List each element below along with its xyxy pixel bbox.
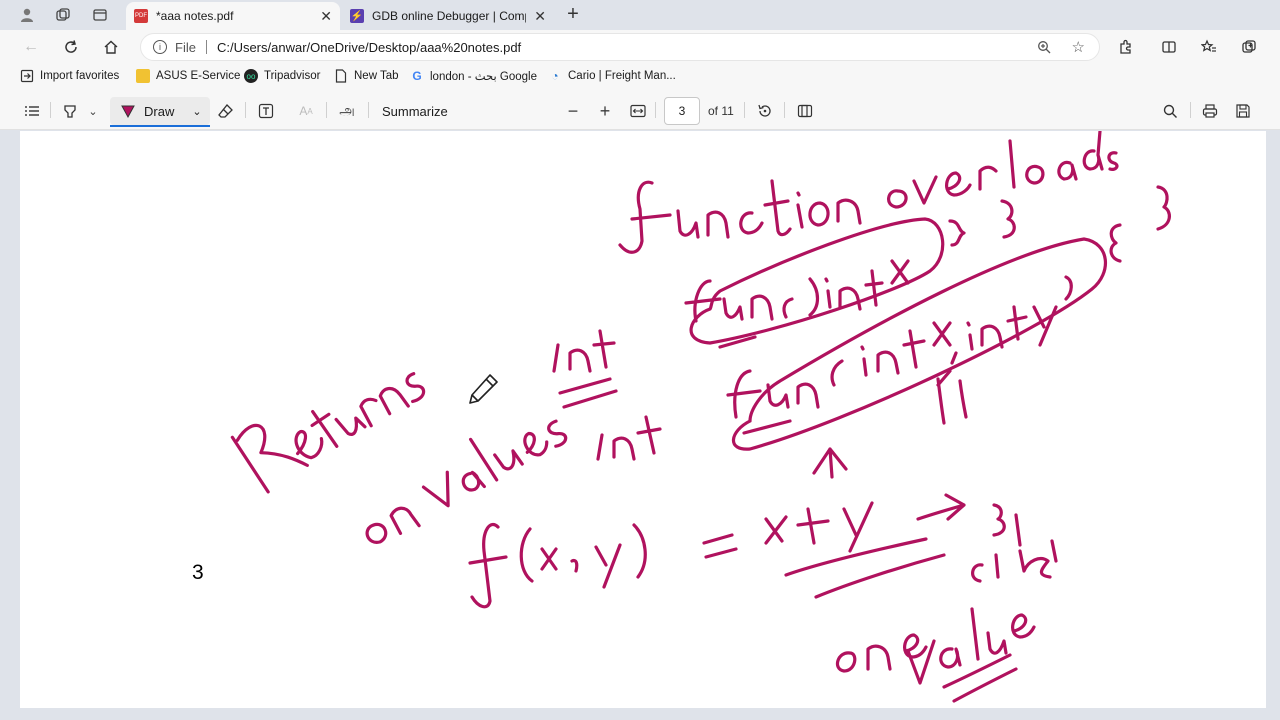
page-icon	[334, 69, 348, 83]
profile-icon[interactable]	[16, 5, 38, 25]
pdf-viewer[interactable]: 3	[0, 131, 1280, 720]
draw-button[interactable]: Draw ⌄	[110, 97, 210, 127]
ink-one-value	[835, 607, 1036, 703]
chevron-down-icon[interactable]: ⌄	[86, 100, 100, 122]
eraser-icon[interactable]	[216, 100, 236, 122]
refresh-icon[interactable]	[60, 36, 82, 58]
import-icon	[20, 69, 34, 83]
home-icon[interactable]	[100, 36, 122, 58]
workspaces-icon[interactable]	[52, 5, 74, 25]
file-label: File	[175, 39, 196, 55]
tab-strip: PDF *aaa notes.pdf ✕ ⚡ GDB online Debugg…	[0, 0, 1280, 30]
favorite-label: Cario | Freight Man...	[568, 70, 676, 82]
pencil-cursor-icon	[469, 374, 498, 404]
zoom-in-icon[interactable]: +	[596, 100, 614, 122]
print-icon[interactable]	[1200, 100, 1220, 122]
extensions-icon[interactable]	[1115, 36, 1137, 58]
back-icon[interactable]: ←	[20, 36, 42, 58]
favorite-label: Tripadvisor	[264, 70, 321, 82]
rotate-icon[interactable]	[755, 100, 775, 122]
favorites-icon[interactable]	[1198, 36, 1220, 58]
address-bar[interactable]: i File C:/Users/anwar/OneDrive/Desktop/a…	[140, 33, 1100, 61]
zoom-icon[interactable]	[1037, 40, 1051, 57]
favorite-label: Import favorites	[40, 70, 120, 82]
favorite-new-tab[interactable]: New Tab	[334, 69, 399, 83]
ink-function-overloads	[618, 131, 1119, 254]
gdb-bolt-icon: ⚡	[350, 9, 364, 23]
chevron-down-icon[interactable]: ⌄	[192, 105, 201, 118]
favorite-label: london - بحث Google	[430, 71, 537, 83]
read-aloud-icon[interactable]: அ	[336, 100, 358, 122]
draw-label: Draw	[144, 103, 175, 119]
page-view-icon[interactable]	[795, 100, 815, 122]
tab-aaa-notes[interactable]: PDF *aaa notes.pdf ✕	[126, 2, 340, 30]
collections-icon[interactable]	[1238, 36, 1260, 58]
add-text-icon[interactable]	[256, 100, 276, 122]
favorite-asus[interactable]: ASUS E-Service	[136, 69, 240, 83]
tab-gdb-online[interactable]: ⚡ GDB online Debugger | Compiler ✕	[342, 2, 554, 30]
summarize-button[interactable]: Summarize	[382, 100, 448, 122]
fit-width-icon[interactable]	[628, 100, 648, 122]
favorite-star-icon[interactable]: ☆	[1072, 38, 1085, 56]
folder-icon	[136, 69, 150, 83]
google-icon: G	[412, 69, 422, 83]
ink-f-equation	[468, 493, 1058, 609]
page-number-input[interactable]: 3	[664, 97, 700, 125]
ink-int-labels	[552, 329, 662, 461]
zoom-out-icon[interactable]: −	[564, 100, 582, 122]
favorite-label: ASUS E-Service	[156, 70, 241, 82]
close-icon[interactable]: ✕	[320, 8, 332, 25]
favorite-tripadvisor[interactable]: oo Tripadvisor	[244, 69, 320, 83]
navigation-bar: ← i File C:/Users/anwar/OneDrive/Desktop…	[0, 30, 1280, 64]
ink-on-values	[365, 419, 568, 544]
tripadvisor-icon: oo	[244, 69, 258, 83]
favorite-label: New Tab	[354, 70, 399, 82]
favorite-import[interactable]: Import favorites	[20, 69, 119, 83]
handwritten-ink	[230, 131, 1171, 703]
tab-title: GDB online Debugger | Compiler	[372, 9, 526, 23]
search-icon[interactable]	[1160, 100, 1180, 122]
address-divider	[205, 40, 207, 54]
tab-title: *aaa notes.pdf	[156, 9, 234, 23]
table-of-contents-icon[interactable]	[22, 100, 42, 122]
tab-actions-icon[interactable]	[89, 5, 111, 25]
new-tab-icon[interactable]: +	[563, 3, 583, 26]
pdf-page[interactable]: 3	[20, 131, 1266, 708]
close-icon[interactable]: ✕	[534, 8, 546, 25]
draw-pen-icon	[120, 103, 136, 119]
split-screen-icon[interactable]	[1158, 36, 1180, 58]
toolbar-divider	[50, 102, 51, 118]
save-icon[interactable]	[1233, 100, 1253, 122]
ink-fun-int-x-int-y	[726, 185, 1171, 479]
cario-icon: ◔	[551, 69, 559, 83]
pdf-icon: PDF	[134, 9, 148, 23]
highlight-icon[interactable]	[60, 100, 80, 122]
url-text[interactable]: C:/Users/anwar/OneDrive/Desktop/aaa%20no…	[217, 40, 521, 55]
favorite-cario[interactable]: ◔ Cario | Freight Man...	[548, 69, 676, 83]
favorite-google[interactable]: G london - بحث Google	[410, 69, 537, 83]
ink-fun-int-x	[684, 199, 1016, 349]
info-icon[interactable]: i	[153, 40, 167, 54]
ink-returns	[230, 372, 426, 494]
draw-active-indicator	[110, 125, 210, 127]
favorites-bar: Import favorites ASUS E-Service oo Tripa…	[0, 64, 1280, 90]
